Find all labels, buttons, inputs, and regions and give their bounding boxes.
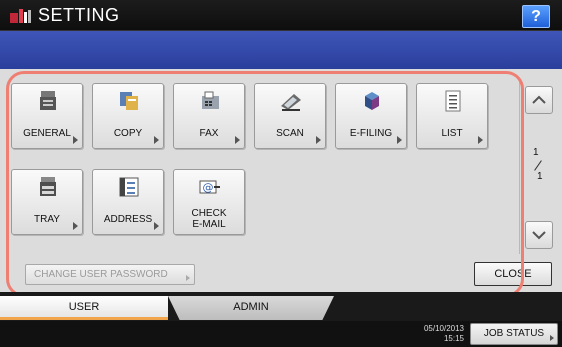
copy-label: COPY <box>113 128 143 139</box>
tab-bar: USER ADMIN <box>0 292 562 321</box>
chevron-up-icon <box>532 95 546 104</box>
copy-arrow-icon <box>154 136 159 144</box>
header-band <box>0 31 562 69</box>
settings-panel: GENERAL COPY FAX SCAN E-FILING LIST TRAY… <box>0 69 562 292</box>
date-time-display: 05/10/2013 15:15 <box>400 324 464 344</box>
check-email-label: CHECK E-MAIL <box>191 208 227 230</box>
page-total: 1 <box>537 171 543 182</box>
list-arrow-icon <box>478 136 483 144</box>
check-email-button[interactable]: @ CHECK E-MAIL <box>173 169 245 235</box>
page-indicator: 1 1 <box>526 147 554 187</box>
job-status-label: JOB STATUS <box>483 328 545 339</box>
change-user-password-button[interactable]: CHANGE USER PASSWORD <box>25 264 195 285</box>
scroll-divider <box>519 82 520 254</box>
page-title: SETTING <box>38 5 120 25</box>
address-arrow-icon <box>154 222 159 230</box>
tray-icon <box>40 177 56 196</box>
fax-arrow-icon <box>235 136 240 144</box>
fax-button[interactable]: FAX <box>173 83 245 149</box>
time-text: 15:15 <box>443 334 464 343</box>
scan-arrow-icon <box>316 136 321 144</box>
list-icon <box>445 90 461 112</box>
general-arrow-icon <box>73 136 78 144</box>
copy-icon <box>120 92 138 110</box>
e-filing-icon <box>365 92 379 110</box>
status-bar: 05/10/2013 15:15 JOB STATUS <box>0 321 562 347</box>
change-password-arrow-icon <box>186 275 190 281</box>
check-email-icon: @ <box>199 180 220 194</box>
list-button[interactable]: LIST <box>416 83 488 149</box>
tab-admin[interactable]: ADMIN <box>168 296 334 320</box>
svg-text:@: @ <box>203 181 214 194</box>
general-label: GENERAL <box>23 128 71 139</box>
scroll-up-button[interactable] <box>525 86 553 114</box>
address-label: ADDRESS <box>103 214 153 225</box>
list-label: LIST <box>441 128 463 139</box>
e-filing-label: E-FILING <box>349 128 393 139</box>
copy-button[interactable]: COPY <box>92 83 164 149</box>
page-current: 1 <box>533 147 539 158</box>
scan-icon <box>281 94 301 111</box>
general-icon <box>40 91 56 110</box>
setting-app-icon <box>10 9 31 23</box>
close-button[interactable]: CLOSE <box>474 262 552 286</box>
job-status-button[interactable]: JOB STATUS <box>470 323 558 345</box>
help-button[interactable]: ? <box>522 5 550 28</box>
tray-button[interactable]: TRAY <box>11 169 83 235</box>
tab-user[interactable]: USER <box>0 296 168 320</box>
scan-button[interactable]: SCAN <box>254 83 326 149</box>
address-button[interactable]: ADDRESS <box>92 169 164 235</box>
address-icon <box>119 177 139 197</box>
fax-label: FAX <box>199 128 219 139</box>
title-bar: SETTING ? <box>0 0 562 31</box>
scroll-down-button[interactable] <box>525 221 553 249</box>
scan-label: SCAN <box>276 128 304 139</box>
e-filing-button[interactable]: E-FILING <box>335 83 407 149</box>
tray-arrow-icon <box>73 222 78 230</box>
chevron-down-icon <box>532 231 546 240</box>
job-status-arrow-icon <box>550 335 554 341</box>
tray-label: TRAY <box>34 214 60 225</box>
page-separator <box>534 160 542 171</box>
function-grid: GENERAL COPY FAX SCAN E-FILING LIST TRAY… <box>11 73 521 247</box>
fax-icon <box>202 91 219 109</box>
e-filing-arrow-icon <box>397 136 402 144</box>
date-text: 05/10/2013 <box>423 324 464 333</box>
change-user-password-label: CHANGE USER PASSWORD <box>34 269 168 280</box>
general-button[interactable]: GENERAL <box>11 83 83 149</box>
